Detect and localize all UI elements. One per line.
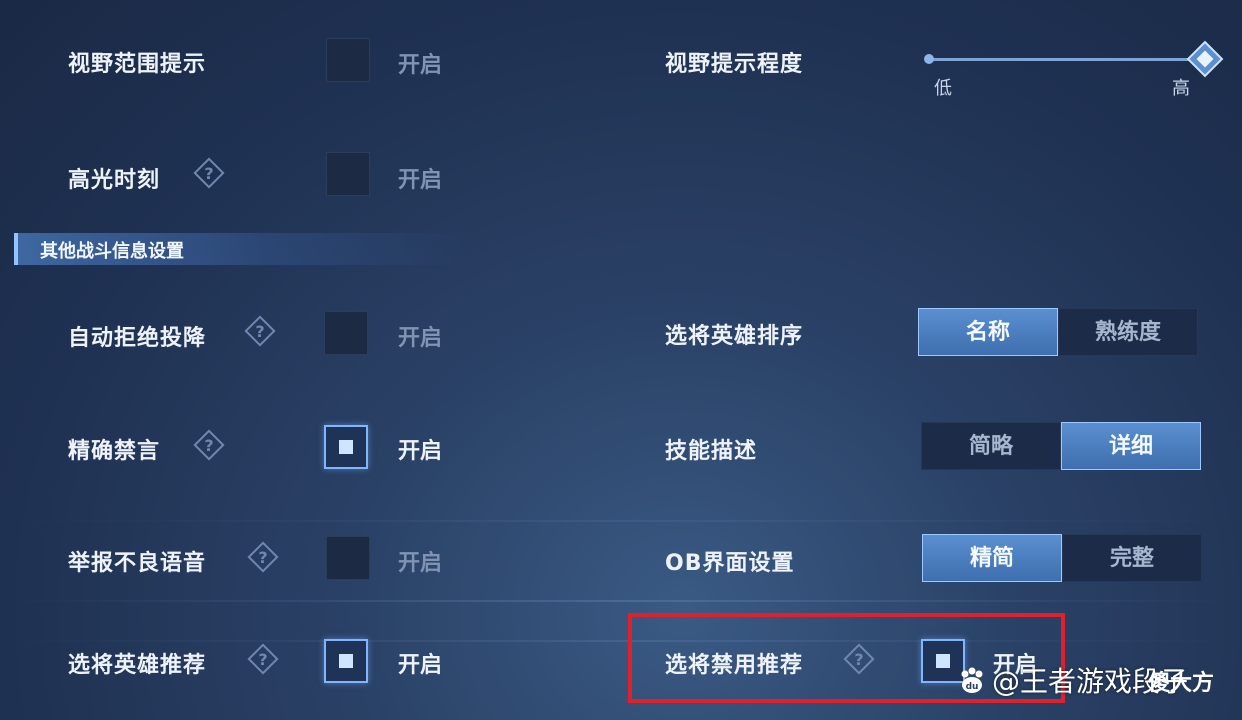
label-skill-description: 技能描述 xyxy=(665,439,758,464)
label-hero-sort: 选将英雄排序 xyxy=(665,324,804,349)
label-vision-range: 视野范围提示 xyxy=(68,52,207,77)
label-report-bad-voice: 举报不良语音 xyxy=(68,551,207,576)
svg-text:du: du xyxy=(966,682,979,692)
ob-option-simple[interactable]: 精简 xyxy=(922,534,1062,582)
toggle-highlight-moment[interactable] xyxy=(326,152,370,196)
skill-desc-option-brief[interactable]: 简略 xyxy=(921,422,1061,470)
ob-option-full[interactable]: 完整 xyxy=(1062,534,1202,582)
svg-text:?: ? xyxy=(258,650,267,669)
svg-text:?: ? xyxy=(255,322,264,341)
toggle-report-bad-voice[interactable] xyxy=(326,536,370,580)
hero-sort-segment[interactable]: 名称 熟练度 xyxy=(918,308,1198,356)
label-auto-reject-surrender: 自动拒绝投降 xyxy=(68,326,207,351)
toggle-hero-recommend[interactable] xyxy=(324,639,368,683)
toggle-report-bad-voice-text: 开启 xyxy=(398,551,443,576)
vision-level-low: 低 xyxy=(934,78,952,99)
svg-text:?: ? xyxy=(204,436,213,455)
section-header: 其他战斗信息设置 xyxy=(14,233,468,265)
toggle-precise-mute[interactable] xyxy=(324,425,368,469)
help-icon[interactable]: ? xyxy=(192,156,226,190)
watermark-sub: 傻大方 xyxy=(1148,671,1215,696)
label-vision-level: 视野提示程度 xyxy=(665,52,804,77)
skill-description-segment[interactable]: 简略 详细 xyxy=(921,422,1201,470)
section-title: 其他战斗信息设置 xyxy=(40,241,184,262)
toggle-auto-reject-surrender-text: 开启 xyxy=(398,326,443,351)
label-highlight-moment: 高光时刻 xyxy=(68,168,161,193)
help-icon[interactable]: ? xyxy=(246,540,280,574)
vision-level-high: 高 xyxy=(1172,78,1190,99)
label-ob-interface: OB界面设置 xyxy=(665,551,795,576)
vision-level-track[interactable] xyxy=(928,58,1206,61)
toggle-vision-range-text: 开启 xyxy=(398,53,443,78)
toggle-auto-reject-surrender[interactable] xyxy=(324,311,368,355)
hero-sort-option-proficiency[interactable]: 熟练度 xyxy=(1058,308,1198,356)
svg-text:?: ? xyxy=(204,164,213,183)
toggle-precise-mute-text: 开启 xyxy=(398,439,443,464)
hero-sort-option-name[interactable]: 名称 xyxy=(918,308,1058,356)
vision-level-start xyxy=(924,54,934,64)
vision-level-thumb[interactable] xyxy=(1186,40,1224,78)
toggle-highlight-moment-text: 开启 xyxy=(398,168,443,193)
skill-desc-option-detailed[interactable]: 详细 xyxy=(1061,422,1201,470)
toggle-hero-recommend-text: 开启 xyxy=(398,653,443,678)
help-icon[interactable]: ? xyxy=(243,314,277,348)
paw-icon: du xyxy=(961,667,983,693)
help-icon[interactable]: ? xyxy=(246,642,280,676)
toggle-vision-range[interactable] xyxy=(326,38,370,82)
ob-interface-segment[interactable]: 精简 完整 xyxy=(922,534,1202,582)
svg-text:?: ? xyxy=(258,548,267,567)
help-icon[interactable]: ? xyxy=(192,428,226,462)
label-hero-recommend: 选将英雄推荐 xyxy=(68,653,207,678)
label-precise-mute: 精确禁言 xyxy=(68,439,161,464)
